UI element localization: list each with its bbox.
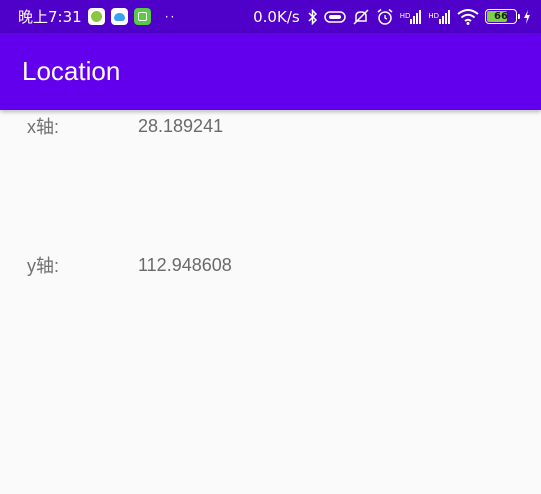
more-notifications-icon: ·· (164, 9, 177, 24)
network-speed: 0.0K/s (253, 7, 300, 26)
app-notification-icon (110, 8, 128, 25)
app-notification-icon (87, 8, 105, 25)
mute-icon (352, 8, 370, 26)
x-coordinate-row: x轴: 28.189241 (27, 113, 223, 139)
y-axis-label: y轴: (27, 256, 60, 276)
battery-icon: 66 (485, 9, 520, 24)
hd-label: HD (399, 12, 411, 20)
status-bar-left: 晚上7:31 ·· (18, 6, 176, 27)
alarm-icon (376, 8, 394, 26)
status-bar-right: 0.0K/s HD HD 66 (253, 8, 531, 26)
status-bar: 晚上7:31 ·· 0.0K/s HD HD 66 (0, 0, 541, 33)
app-bar: Location (0, 33, 541, 110)
signal-hd-icon-2: HD (428, 9, 451, 25)
status-time: 晚上7:31 (18, 8, 82, 26)
bluetooth-icon (308, 8, 318, 25)
y-axis-value: 112.948608 (138, 254, 232, 275)
app-notification-icon (133, 8, 151, 25)
x-axis-value: 28.189241 (138, 115, 224, 136)
app-title: Location (22, 56, 121, 86)
signal-hd-icon-1: HD (400, 9, 423, 25)
charging-icon (523, 9, 531, 25)
wifi-icon (457, 8, 479, 25)
vibrate-icon (323, 10, 346, 23)
hd-label: HD (428, 12, 439, 20)
y-coordinate-row: y轴: 112.948608 (27, 252, 232, 278)
x-axis-label: x轴: (27, 117, 60, 137)
battery-level: 66 (494, 11, 508, 22)
